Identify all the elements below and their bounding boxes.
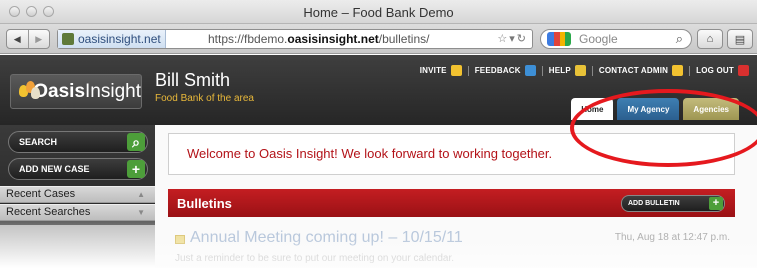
divider — [689, 65, 691, 76]
nav-buttons: ◀ ▶ — [6, 29, 50, 49]
url-bar[interactable]: oasisinsight.net https://fbdemo.oasisins… — [57, 29, 533, 49]
plus-icon: + — [127, 160, 145, 178]
add-bulletin-label: ADD BULLETIN — [628, 200, 680, 207]
search-button-label: SEARCH — [19, 137, 58, 147]
invite-icon — [450, 65, 462, 76]
url-actions: ☆▾↻ — [497, 32, 528, 45]
bulletin-note-icon — [175, 235, 185, 244]
plus-icon: + — [709, 197, 723, 210]
url-prefix: https://fbdemo. — [208, 32, 288, 46]
bulletins-heading: Bulletins — [177, 196, 232, 211]
bulletins-header: Bulletins ADD BULLETIN + — [168, 189, 735, 217]
logo-text: OasisInsight — [33, 80, 141, 102]
divider — [591, 65, 593, 76]
highlight-ellipse — [570, 89, 757, 167]
reload-icon[interactable]: ↻ — [517, 33, 528, 45]
url-text[interactable]: https://fbdemo.oasisinsight.net/bulletin… — [208, 30, 429, 48]
recent-searches-label: Recent Searches — [6, 206, 91, 218]
organization-name: Food Bank of the area — [155, 93, 254, 104]
url-path: /bulletins/ — [378, 32, 430, 46]
back-icon[interactable]: ◀ — [7, 30, 28, 48]
search-engine-icon[interactable] — [547, 32, 571, 46]
top-links: INVITE FEEDBACK HELP CONTACT ADMIN LOG O… — [414, 65, 749, 76]
oasis-insight-logo[interactable]: OasisInsight — [10, 74, 142, 109]
search-icon[interactable]: ⌕ — [676, 31, 683, 47]
browser-toolbar: ◀ ▶ oasisinsight.net https://fbdemo.oasi… — [0, 24, 757, 54]
sidebar-fade — [0, 225, 155, 268]
window-title: Home – Food Bank Demo — [303, 5, 454, 20]
logout-icon — [738, 65, 749, 76]
contact-admin-icon — [672, 65, 684, 76]
chevron-up-icon: ▲ — [137, 190, 145, 199]
user-name: Bill Smith — [155, 70, 231, 90]
recent-searches-header[interactable]: Recent Searches ▼ — [0, 204, 155, 221]
feedback-link[interactable]: FEEDBACK — [475, 66, 521, 75]
chevron-down-icon: ▼ — [137, 208, 145, 217]
invite-link[interactable]: INVITE — [420, 66, 447, 75]
feedback-icon — [524, 65, 536, 76]
history-dropdown-icon[interactable]: ▾ — [509, 33, 517, 45]
search-icon: ⌕ — [127, 133, 145, 151]
bulletin-date: Thu, Aug 18 at 12:47 p.m. — [614, 232, 730, 243]
bookmarks-menu-icon[interactable]: ▤ — [727, 29, 753, 49]
logout-link[interactable]: LOG OUT — [696, 66, 734, 75]
window-titlebar: Home – Food Bank Demo — [0, 0, 757, 24]
forward-icon[interactable]: ▶ — [27, 30, 50, 48]
add-new-case-label: ADD NEW CASE — [19, 164, 90, 174]
help-icon — [574, 65, 586, 76]
home-icon[interactable]: ⌂ — [697, 29, 723, 49]
divider — [541, 65, 543, 76]
url-domain: oasisinsight.net — [287, 32, 379, 46]
add-bulletin-button[interactable]: ADD BULLETIN + — [621, 195, 725, 212]
search-engine-placeholder: Google — [579, 32, 618, 46]
bookmark-star-icon[interactable]: ☆ — [497, 33, 509, 45]
recent-cases-header[interactable]: Recent Cases ▲ — [0, 186, 155, 203]
bulletin-title-link[interactable]: Annual Meeting coming up! – 10/15/11 — [190, 229, 463, 247]
divider — [467, 65, 469, 76]
contact-admin-link[interactable]: CONTACT ADMIN — [599, 66, 668, 75]
favicon-icon — [62, 33, 74, 45]
help-link[interactable]: HELP — [549, 66, 571, 75]
add-new-case-button[interactable]: ADD NEW CASE + — [8, 158, 148, 180]
search-engine-bar[interactable]: Google ⌕ — [540, 29, 692, 49]
bulletin-body: Just a reminder to be sure to put our me… — [175, 253, 455, 264]
site-identity-button[interactable]: oasisinsight.net — [58, 30, 166, 48]
recent-cases-label: Recent Cases — [6, 188, 76, 200]
site-identity-label: oasisinsight.net — [78, 32, 161, 46]
search-button[interactable]: SEARCH ⌕ — [8, 131, 148, 153]
hands-logo-icon — [19, 80, 40, 103]
